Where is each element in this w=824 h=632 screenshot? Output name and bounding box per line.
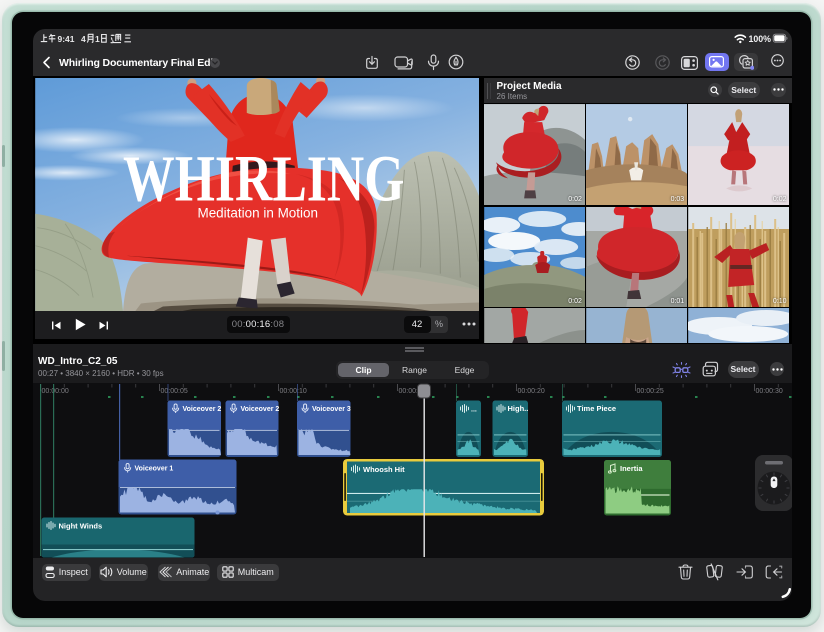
svg-text:00:00:25: 00:00:25 xyxy=(637,388,664,395)
svg-text:9:41: 9:41 xyxy=(58,34,75,44)
svg-text:Voiceover 2: Voiceover 2 xyxy=(241,406,280,413)
svg-text:Voiceover 3: Voiceover 3 xyxy=(312,406,351,413)
svg-text:High...: High... xyxy=(508,404,531,413)
svg-text:Whoosh Hit: Whoosh Hit xyxy=(363,465,405,474)
svg-text:Inertia: Inertia xyxy=(620,464,643,473)
svg-text:00:00:05: 00:00:05 xyxy=(161,388,188,395)
svg-text:Voiceover 1: Voiceover 1 xyxy=(135,466,174,473)
svg-text:100%: 100% xyxy=(749,34,772,44)
svg-text:00:00:10: 00:00:10 xyxy=(280,388,307,395)
svg-text:...: ... xyxy=(471,407,477,414)
svg-text:00:00:20: 00:00:20 xyxy=(518,388,545,395)
svg-text:00:00:00: 00:00:00 xyxy=(42,388,69,395)
svg-text:1: 1 xyxy=(95,34,100,44)
svg-text:Time Piece: Time Piece xyxy=(577,404,616,413)
svg-text:Night Winds: Night Winds xyxy=(59,522,103,531)
svg-text:Voiceover 2: Voiceover 2 xyxy=(183,406,222,413)
svg-text:4: 4 xyxy=(81,34,86,44)
svg-text:Meditation in Motion: Meditation in Motion xyxy=(197,205,318,220)
svg-text:00:00:30: 00:00:30 xyxy=(756,388,783,395)
